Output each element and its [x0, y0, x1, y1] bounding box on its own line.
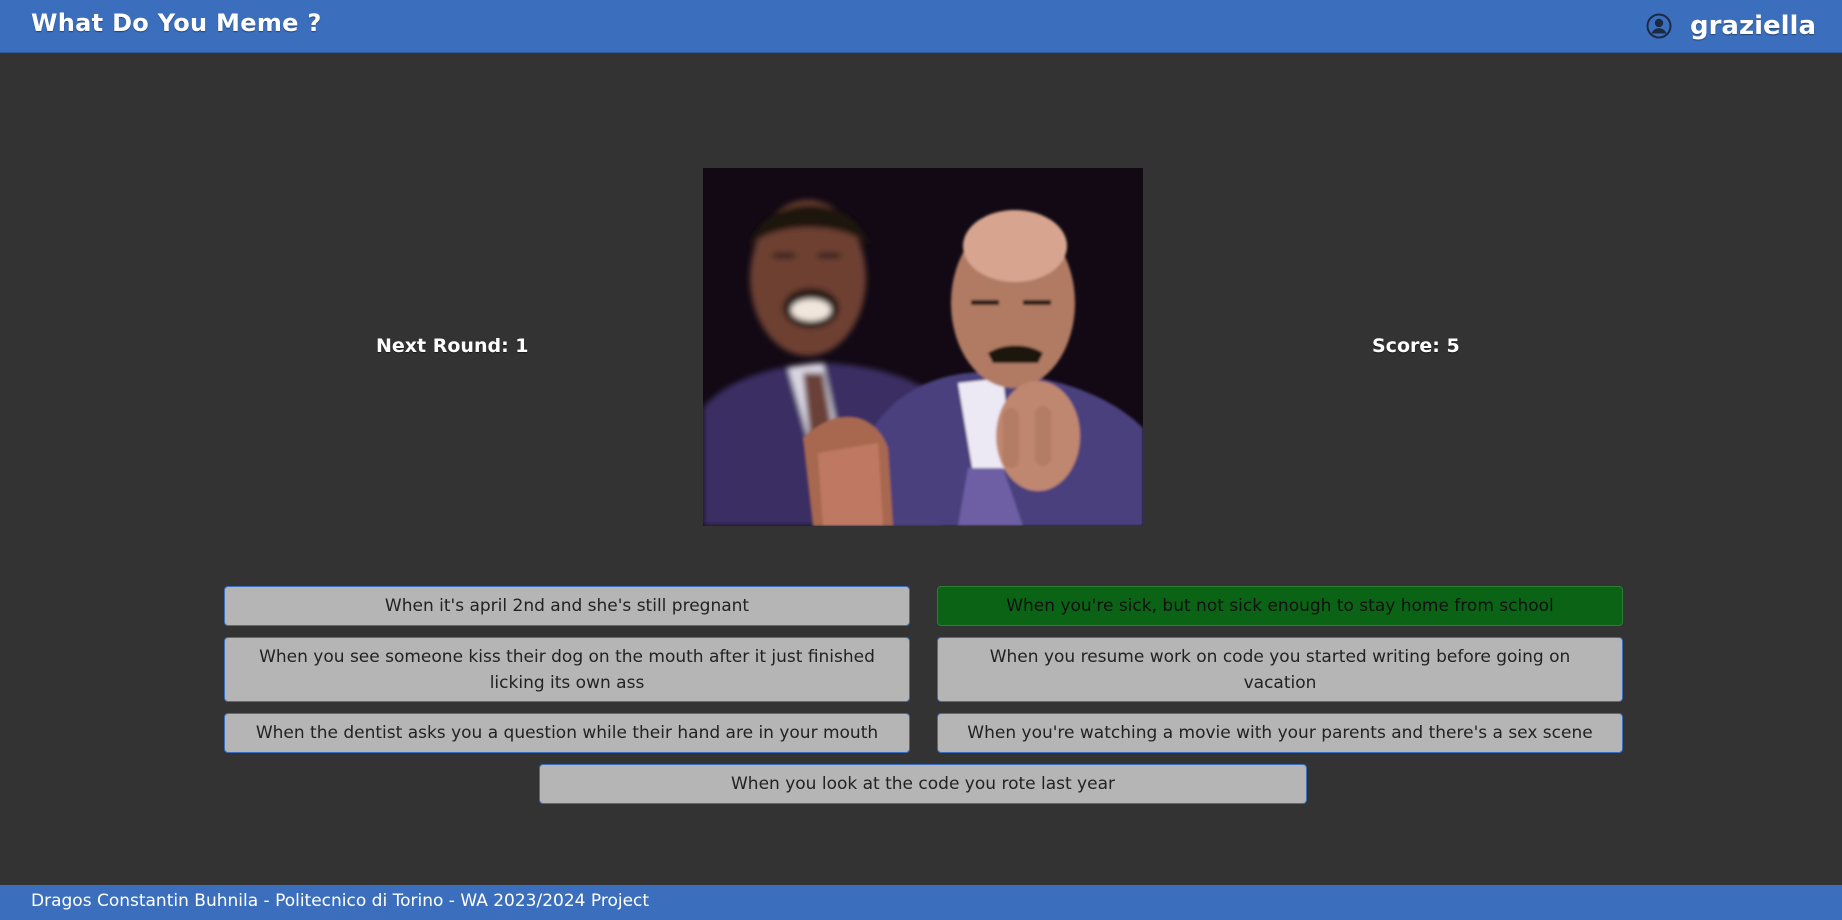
score-label: Score: 5 — [1372, 335, 1460, 357]
caption-option-correct[interactable]: When you're sick, but not sick enough to… — [937, 586, 1623, 626]
caption-option[interactable]: When the dentist asks you a question whi… — [224, 713, 910, 753]
caption-option[interactable]: When it's april 2nd and she's still preg… — [224, 586, 910, 626]
next-round-label: Next Round: 1 — [376, 335, 529, 357]
user-circle-icon[interactable] — [1646, 13, 1672, 39]
caption-option[interactable]: When you resume work on code you started… — [937, 637, 1623, 702]
user-menu[interactable]: graziella — [1646, 10, 1816, 42]
caption-option[interactable]: When you look at the code you rote last … — [539, 764, 1307, 804]
username[interactable]: graziella — [1690, 11, 1816, 41]
footer: Dragos Constantin Buhnila - Politecnico … — [0, 885, 1842, 920]
navbar: What Do You Meme ? graziella — [0, 0, 1842, 53]
caption-option[interactable]: When you see someone kiss their dog on t… — [224, 637, 910, 702]
footer-credits: Dragos Constantin Buhnila - Politecnico … — [31, 891, 650, 911]
caption-option[interactable]: When you're watching a movie with your p… — [937, 713, 1623, 753]
app-title[interactable]: What Do You Meme ? — [31, 9, 322, 37]
meme-image — [703, 168, 1143, 526]
